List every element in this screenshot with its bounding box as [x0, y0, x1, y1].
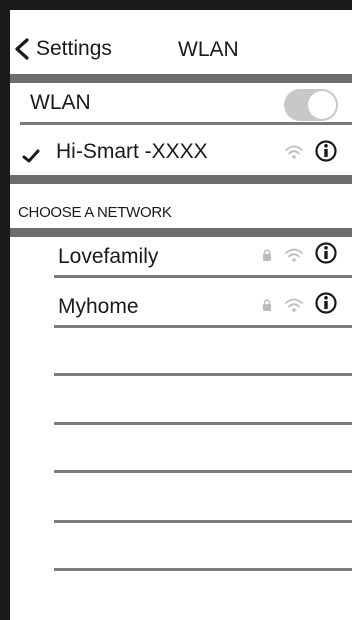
back-button[interactable]: Settings — [12, 36, 112, 62]
divider — [10, 74, 352, 83]
wifi-icon — [285, 145, 303, 159]
navigation-bar: Settings WLAN — [10, 10, 352, 76]
page-title: WLAN — [178, 38, 239, 61]
divider — [20, 122, 352, 125]
divider — [10, 175, 352, 184]
lock-icon — [263, 249, 271, 261]
chevron-left-icon — [15, 38, 29, 60]
empty-row-divider — [54, 422, 352, 425]
back-button-label: Settings — [36, 37, 112, 60]
divider — [54, 275, 352, 278]
network-name: Lovefamily — [58, 245, 159, 268]
wlan-toggle-switch[interactable] — [284, 89, 338, 121]
empty-row-divider — [54, 470, 352, 473]
checkmark-icon — [22, 149, 40, 163]
wlan-toggle-label: WLAN — [30, 91, 91, 114]
device-frame-top — [0, 0, 352, 10]
empty-row-divider — [54, 373, 352, 376]
toggle-knob — [308, 91, 336, 119]
device-frame-left — [0, 0, 10, 620]
divider — [10, 228, 352, 237]
section-header: CHOOSE A NETWORK — [18, 204, 172, 221]
lock-icon — [263, 299, 271, 311]
wifi-icon — [285, 248, 303, 262]
settings-screen: Settings WLAN WLAN Hi-Smart -XXXX CHOOSE… — [10, 10, 352, 620]
info-icon[interactable] — [315, 242, 337, 264]
divider — [54, 325, 352, 328]
info-icon[interactable] — [315, 292, 337, 314]
network-name: Myhome — [58, 295, 139, 318]
empty-row-divider — [54, 568, 352, 571]
info-icon[interactable] — [315, 140, 337, 162]
connected-network-name: Hi-Smart -XXXX — [56, 140, 208, 163]
wifi-icon — [285, 298, 303, 312]
empty-row-divider — [54, 520, 352, 523]
